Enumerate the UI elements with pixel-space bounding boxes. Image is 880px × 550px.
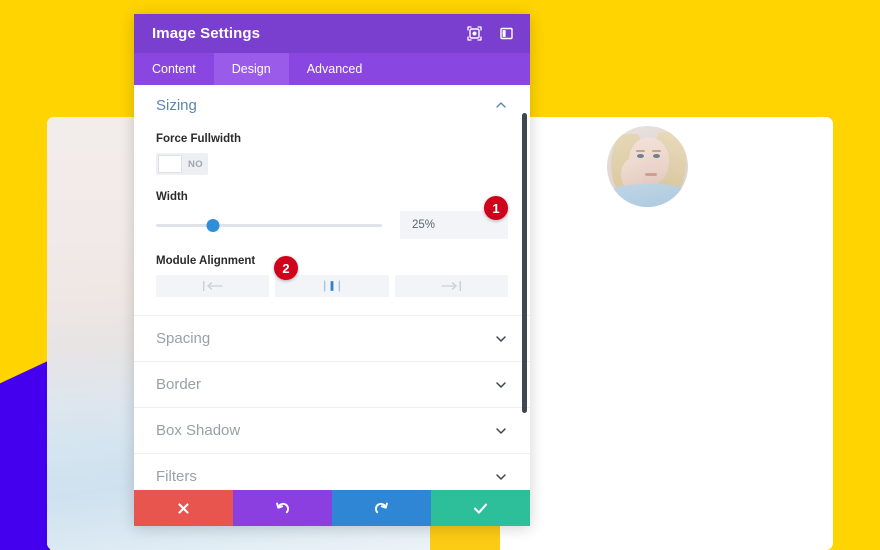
vertical-scrollbar[interactable] — [522, 113, 527, 413]
undo-button[interactable] — [233, 490, 332, 526]
tab-content[interactable]: Content — [134, 53, 214, 85]
section-header-filters[interactable]: Filters — [134, 454, 530, 490]
section-header-box-shadow[interactable]: Box Shadow — [134, 408, 530, 453]
chevron-down-icon — [496, 381, 506, 388]
chevron-down-icon — [496, 427, 506, 434]
toggle-knob — [158, 155, 182, 173]
avatar — [607, 126, 688, 207]
section-label-spacing: Spacing — [156, 330, 211, 347]
section-label-border: Border — [156, 376, 202, 393]
tab-design[interactable]: Design — [213, 53, 289, 85]
module-alignment-right[interactable] — [394, 275, 508, 297]
screenshot-root: Image Settings Content Design Advanced S… — [0, 0, 880, 550]
cancel-button[interactable] — [134, 490, 233, 526]
expand-icon[interactable] — [464, 24, 484, 44]
section-header-sizing[interactable]: Sizing — [134, 85, 530, 125]
tab-advanced[interactable]: Advanced — [289, 53, 381, 85]
modal-body: Sizing Force Fullwidth NO Width 25% Modu… — [134, 85, 530, 490]
chevron-up-icon — [496, 102, 506, 108]
slider-thumb[interactable] — [206, 218, 219, 232]
align-left-icon — [202, 281, 223, 291]
section-label-box-shadow: Box Shadow — [156, 422, 241, 439]
align-center-icon — [323, 280, 340, 292]
callout-badge-1: 1 — [484, 196, 508, 220]
close-icon — [178, 502, 189, 514]
force-fullwidth-field: Force Fullwidth NO — [156, 133, 508, 175]
undo-icon — [276, 502, 290, 513]
module-alignment-label: Module Alignment — [156, 255, 256, 267]
image-settings-modal: Image Settings Content Design Advanced S… — [134, 14, 530, 526]
section-header-border[interactable]: Border — [134, 362, 530, 407]
check-icon — [473, 503, 488, 514]
slider-track — [156, 223, 382, 227]
width-field: Width 25% — [156, 191, 508, 239]
align-right-icon — [441, 281, 462, 291]
modal-footer — [134, 490, 530, 526]
decorative-purple-shape — [0, 360, 50, 550]
save-button[interactable] — [431, 490, 530, 526]
module-alignment-center[interactable] — [275, 275, 389, 297]
modal-header: Image Settings — [134, 14, 530, 53]
avatar-eye-right — [653, 154, 660, 158]
section-label-sizing: Sizing — [156, 96, 197, 114]
avatar-body — [607, 184, 688, 207]
width-label: Width — [156, 191, 188, 203]
redo-icon — [374, 502, 388, 513]
module-alignment-field: Module Alignment — [156, 255, 508, 297]
section-label-filters: Filters — [156, 468, 197, 485]
page-title: Image Settings — [152, 25, 261, 42]
force-fullwidth-label: Force Fullwidth — [156, 133, 241, 145]
module-alignment-left[interactable] — [156, 275, 270, 297]
avatar-brow-right — [652, 150, 661, 152]
avatar-eye-left — [637, 154, 644, 158]
layout-toggle-icon[interactable] — [496, 24, 516, 44]
sizing-panel: Force Fullwidth NO Width 25% Module Alig… — [134, 125, 530, 315]
width-slider[interactable] — [156, 216, 382, 234]
avatar-mouth — [645, 173, 657, 176]
toggle-value: NO — [188, 158, 204, 170]
callout-badge-2: 2 — [274, 256, 298, 280]
avatar-brow-left — [636, 150, 645, 152]
chevron-down-icon — [496, 473, 506, 480]
force-fullwidth-toggle[interactable]: NO — [156, 153, 208, 175]
section-header-spacing[interactable]: Spacing — [134, 316, 530, 361]
redo-button[interactable] — [332, 490, 431, 526]
chevron-down-icon — [496, 335, 506, 342]
modal-tabs: Content Design Advanced — [134, 53, 530, 85]
